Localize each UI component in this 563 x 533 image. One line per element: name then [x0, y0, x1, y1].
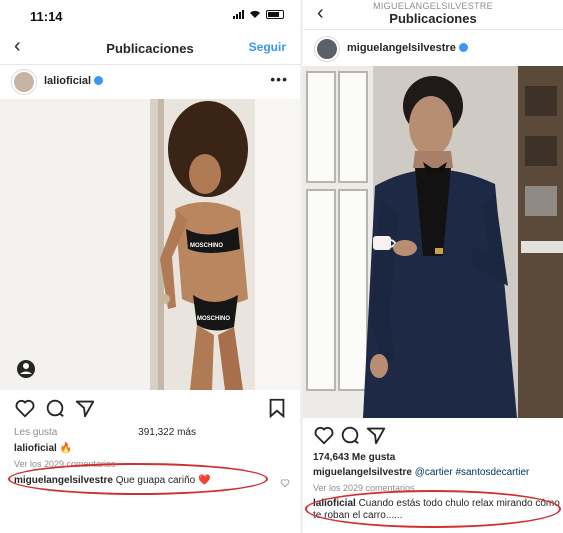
- status-bar: 11:14: [0, 0, 300, 30]
- left-post-panel: 11:14 ‹ Publicaciones Seguir lalioficial…: [0, 0, 300, 533]
- like-heart-icon[interactable]: [14, 397, 36, 419]
- post-author-row: lalioficial •••: [0, 66, 300, 98]
- avatar[interactable]: [12, 70, 36, 94]
- bookmark-icon[interactable]: [266, 397, 288, 419]
- post-photo[interactable]: MOSCHINO MOSCHINO: [0, 99, 300, 390]
- highlight-ring: [8, 463, 268, 495]
- photo-text-1: MOSCHINO: [190, 243, 223, 249]
- status-time: 11:14: [30, 9, 63, 24]
- avatar[interactable]: [315, 37, 339, 61]
- status-icons: [233, 10, 284, 19]
- verified-badge-icon: [94, 76, 104, 85]
- post-photo-image: [303, 66, 563, 418]
- post-action-bar: [0, 393, 300, 423]
- caption-emoji: 🔥: [59, 443, 73, 454]
- wifi-icon: [250, 10, 260, 18]
- like-heart-icon[interactable]: [313, 424, 335, 446]
- caption-username[interactable]: lalioficial: [14, 443, 57, 454]
- signal-icon: [233, 10, 244, 19]
- follow-button[interactable]: Seguir: [249, 40, 286, 54]
- post-photo-image: MOSCHINO MOSCHINO: [0, 99, 300, 390]
- post-author-username[interactable]: lalioficial: [44, 75, 104, 87]
- post-caption: lalioficial 🔥: [14, 443, 72, 454]
- right-post-panel: ‹ MIGUELANGELSILVESTRE Publicaciones mig…: [303, 0, 563, 533]
- share-icon[interactable]: [365, 424, 387, 446]
- likes-line: Les gusta 391,322 más: [14, 427, 196, 438]
- verified-badge-icon: [458, 43, 468, 52]
- post-author-row: miguelangelsilvestre: [303, 33, 563, 65]
- comment-like-icon[interactable]: [280, 478, 290, 488]
- post-caption: miguelangelsilvestre @cartier #santosdec…: [313, 467, 529, 478]
- caption-username[interactable]: miguelangelsilvestre: [313, 467, 412, 478]
- share-icon[interactable]: [74, 397, 96, 419]
- page-title: Publicaciones: [389, 11, 477, 26]
- battery-icon: [266, 10, 284, 19]
- likes-count[interactable]: 174,643 Me gusta: [313, 452, 395, 463]
- caption-mention[interactable]: @cartier: [415, 467, 453, 478]
- post-header: ‹ Publicaciones Seguir: [0, 31, 300, 65]
- comment-icon[interactable]: [44, 397, 66, 419]
- likes-count[interactable]: 391,322 más: [138, 427, 196, 438]
- page-subtitle: MIGUELANGELSILVESTRE: [373, 1, 493, 11]
- photo-text-2: MOSCHINO: [197, 316, 230, 322]
- post-header: ‹ MIGUELANGELSILVESTRE Publicaciones: [303, 0, 563, 30]
- more-options-icon[interactable]: •••: [270, 71, 288, 87]
- post-action-bar: [303, 420, 563, 450]
- comment-icon[interactable]: [339, 424, 361, 446]
- post-author-username[interactable]: miguelangelsilvestre: [347, 42, 468, 54]
- highlight-ring: [305, 490, 561, 528]
- caption-hashtag[interactable]: #santosdecartier: [455, 467, 529, 478]
- post-photo[interactable]: [303, 66, 563, 418]
